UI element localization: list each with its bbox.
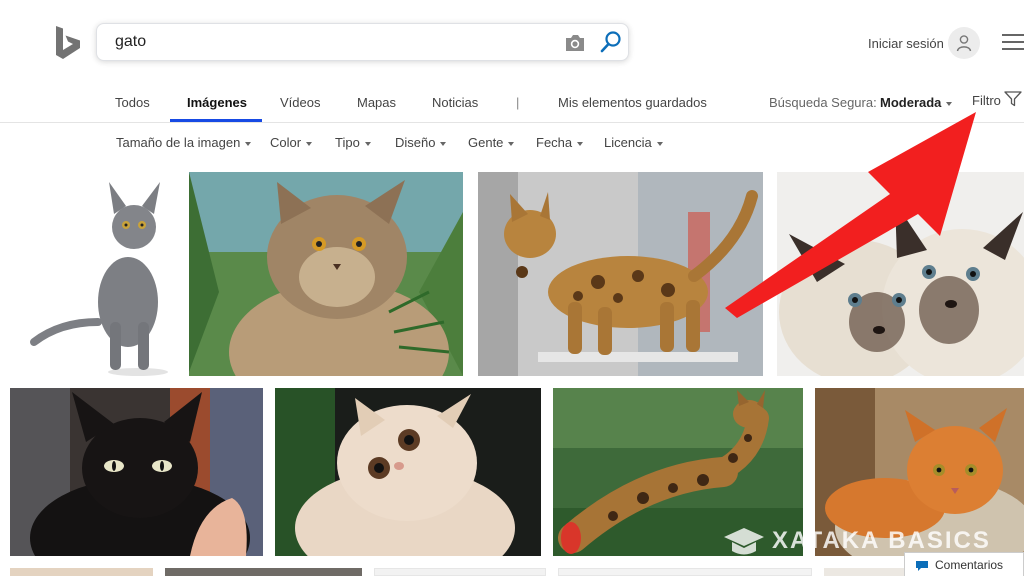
image-result-black-cat[interactable] [10,388,263,556]
filter-type[interactable]: Tipo [335,135,371,150]
filter-date[interactable]: Fecha [536,135,584,150]
chevron-down-icon [245,141,252,146]
chevron-down-icon [306,141,313,146]
watermark-text: XATAKA BASICS [772,527,991,554]
tab-mapas[interactable]: Mapas [357,95,396,110]
filter-image-size[interactable]: Tamaño de la imagen [116,135,252,150]
image-result-row3-4[interactable] [558,568,812,576]
image-result-bengal-cat[interactable] [478,172,763,376]
chat-icon [916,561,928,571]
avatar[interactable] [948,27,980,59]
tab-saved-items[interactable]: Mis elementos guardados [558,95,707,110]
feedback-button[interactable]: Comentarios [904,552,1024,576]
filter-toggle[interactable]: Filtro [972,93,1001,108]
filter-label: Fecha [536,135,573,150]
bing-logo[interactable] [54,26,82,60]
filter-label: Tamaño de la imagen [116,135,241,150]
chevron-down-icon [946,101,953,106]
filter-color[interactable]: Color [270,135,313,150]
tab-videos[interactable]: Vídeos [280,95,320,110]
tab-imagenes[interactable]: Imágenes [187,95,247,110]
filter-label: Licencia [604,135,652,150]
image-result-row3-2[interactable] [165,568,362,576]
safe-search-value: Moderada [880,95,942,110]
filter-label: Diseño [395,135,436,150]
image-result-fluffy-kitten[interactable] [275,388,541,556]
filter-layout[interactable]: Diseño [395,135,447,150]
filter-people[interactable]: Gente [468,135,515,150]
chevron-down-icon [577,141,584,146]
filter-label: Gente [468,135,504,150]
image-result-siamese-cats[interactable] [777,172,1024,376]
filter-label: Color [270,135,302,150]
user-icon [956,35,972,52]
graduation-cap-icon [724,528,764,555]
tab-noticias[interactable]: Noticias [432,95,478,110]
filter-icon[interactable] [1004,91,1022,107]
feedback-label: Comentarios [935,558,1004,572]
search-icon[interactable] [599,30,623,54]
sign-in-link[interactable]: Iniciar sesión [868,36,944,51]
safe-search-label: Búsqueda Segura: [769,95,877,110]
nav-divider [0,122,1024,123]
safe-search-dropdown[interactable]: Moderada [880,95,953,110]
image-result-row3-5[interactable] [824,568,904,576]
image-result-grey-cat[interactable] [10,172,176,376]
filter-label: Tipo [335,135,360,150]
image-result-persian-cat[interactable] [189,172,463,376]
chevron-down-icon [656,141,663,146]
tab-todos[interactable]: Todos [115,95,150,110]
camera-icon[interactable] [563,32,587,54]
filter-license[interactable]: Licencia [604,135,663,150]
menu-icon[interactable] [1002,34,1024,50]
chevron-down-icon [364,141,371,146]
search-box [96,23,629,61]
image-result-row3-3[interactable] [374,568,546,576]
chevron-down-icon [508,141,515,146]
image-result-row3-1[interactable] [10,568,153,576]
chevron-down-icon [440,141,447,146]
tab-separator: | [516,95,520,110]
search-input[interactable] [115,32,535,52]
